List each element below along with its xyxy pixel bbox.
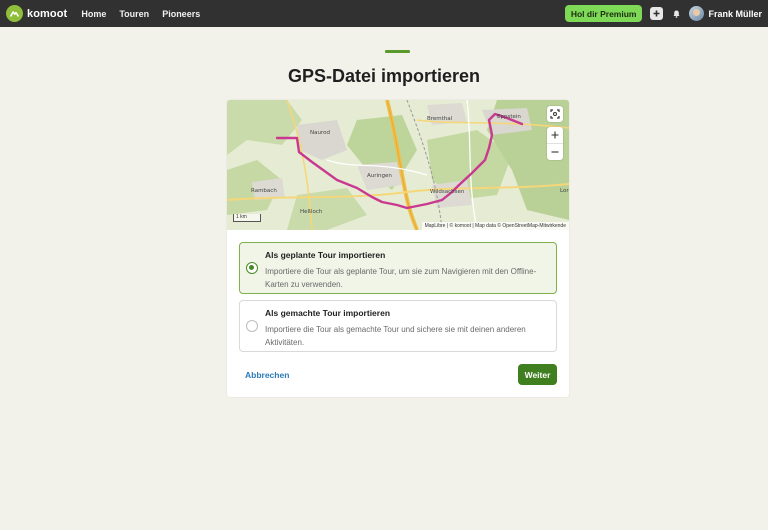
map-place-label: Heßloch (300, 209, 323, 215)
next-button[interactable]: Weiter (518, 364, 557, 385)
map-place-label: Wildsachsen (430, 189, 465, 195)
fullscreen-icon (550, 109, 560, 119)
map-place-label: Naurod (310, 130, 330, 136)
plus-icon (653, 10, 660, 17)
premium-button[interactable]: Hol dir Premium (564, 5, 643, 22)
map-place-label: Auringen (367, 173, 392, 179)
plus-icon (551, 131, 559, 139)
accent-bar (385, 50, 410, 53)
create-button[interactable] (650, 7, 664, 20)
nav-link-touren[interactable]: Touren (119, 9, 149, 19)
nav-link-pioneers[interactable]: Pioneers (162, 9, 200, 19)
brand-name: komoot (27, 7, 68, 20)
zoom-out-button[interactable] (547, 144, 563, 161)
map-place-label: Rambach (251, 188, 277, 194)
option-recorded-tour[interactable]: Als gemachte Tour importieren Importiere… (239, 300, 557, 352)
map-place-label: Bremthal (427, 116, 453, 122)
komoot-logo[interactable]: komoot (6, 5, 67, 22)
radio-recorded-tour[interactable] (246, 320, 258, 332)
map-place-label: Eppstein (497, 114, 521, 120)
option-title: Als geplante Tour importieren (265, 250, 386, 260)
top-navigation: komoot Home Touren Pioneers Hol dir Prem… (0, 0, 768, 27)
page-title: GPS-Datei importieren (287, 66, 481, 86)
radio-planned-tour[interactable] (246, 262, 258, 274)
route-map[interactable]: Naurod Bremthal Eppstein Auringen Wildsa… (227, 100, 569, 230)
komoot-logo-icon (6, 5, 23, 22)
notifications-button[interactable] (670, 7, 683, 20)
zoom-controls (547, 127, 563, 160)
user-name[interactable]: Frank Müller (708, 9, 762, 19)
option-description: Importiere die Tour als geplante Tour, u… (265, 267, 537, 289)
nav-link-home[interactable]: Home (81, 9, 106, 19)
zoom-in-button[interactable] (547, 127, 563, 144)
map-scale: 1 km (233, 214, 261, 222)
option-description: Importiere die Tour als gemachte Tour un… (265, 325, 526, 347)
avatar[interactable] (689, 6, 705, 21)
fit-route-button[interactable] (547, 106, 563, 122)
cancel-button[interactable]: Abbrechen (245, 370, 289, 380)
option-title: Als gemachte Tour importieren (265, 308, 391, 318)
import-card: Naurod Bremthal Eppstein Auringen Wildsa… (227, 100, 569, 397)
minus-icon (551, 151, 559, 153)
bell-icon (673, 10, 680, 18)
option-planned-tour[interactable]: Als geplante Tour importieren Importiere… (239, 242, 557, 294)
map-place-label: Lor (560, 188, 569, 194)
map-attribution[interactable]: MapLibre | © komoot | Map data © OpenStr… (421, 222, 569, 230)
